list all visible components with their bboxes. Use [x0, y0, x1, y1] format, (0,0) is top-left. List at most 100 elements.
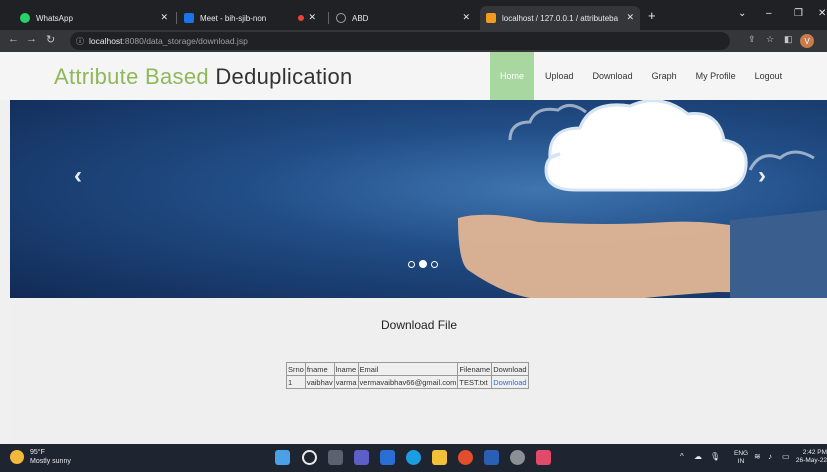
- cloud-hand-illustration: [458, 100, 827, 298]
- whatsapp-icon: [20, 13, 30, 23]
- recording-dot-icon: [298, 15, 304, 21]
- sleeve-shape: [730, 210, 827, 298]
- tab-localhost[interactable]: localhost / 127.0.0.1 / attributeba ✕: [480, 6, 640, 30]
- meet-icon: [184, 13, 194, 23]
- chrome-icon[interactable]: [458, 450, 473, 465]
- tab-divider: [176, 12, 177, 24]
- brand-colored-text: Attribute Based: [54, 64, 209, 89]
- region-code: IN: [737, 458, 745, 465]
- side-panel-icon[interactable]: ◧: [784, 34, 793, 45]
- browser-toolbar: ← → ↻ ⓘ localhost:8080/data_storage/down…: [0, 30, 827, 52]
- site-brand[interactable]: Attribute Based Deduplication: [54, 64, 353, 90]
- close-window-button[interactable]: ✕: [818, 8, 826, 19]
- col-lname: lname: [333, 362, 359, 376]
- show-hidden-icons[interactable]: ^: [680, 452, 684, 461]
- language-code: ENG: [734, 450, 749, 457]
- col-fname: fname: [304, 362, 335, 376]
- edge-browser-icon[interactable]: [406, 450, 421, 465]
- profile-avatar[interactable]: V: [800, 34, 814, 48]
- clock[interactable]: 2:42 PM 26-May-22: [791, 449, 827, 465]
- tab-search-icon[interactable]: ⌄: [738, 8, 746, 19]
- tab-title: ABD: [352, 13, 369, 23]
- cell-email: vermavaibhav66@gmail.com: [357, 375, 459, 389]
- carousel-dot[interactable]: [408, 260, 415, 268]
- close-tab-icon[interactable]: ✕: [626, 12, 634, 23]
- tab-title: WhatsApp: [36, 13, 73, 23]
- cell-lname: varma: [333, 375, 359, 389]
- battery-icon[interactable]: ▭: [782, 452, 790, 461]
- phpmyadmin-icon: [486, 13, 496, 23]
- word-icon[interactable]: [484, 450, 499, 465]
- clock-date: 26-May-22: [795, 457, 827, 464]
- table-header-row: Srno fname lname Email Filename Download: [286, 362, 529, 376]
- nav-download[interactable]: Download: [585, 52, 641, 100]
- nav-logout[interactable]: Logout: [747, 52, 791, 100]
- close-tab-icon[interactable]: ✕: [160, 12, 168, 23]
- tab-divider: [328, 12, 329, 24]
- nav-home[interactable]: Home: [490, 52, 535, 100]
- carousel-indicators: [406, 260, 440, 268]
- tab-abd[interactable]: ABD ✕: [330, 6, 476, 30]
- task-view-icon[interactable]: [328, 450, 343, 465]
- cell-download: Download: [491, 375, 529, 389]
- share-icon[interactable]: ⇪: [748, 34, 756, 45]
- tab-title: Meet - bih-sjib-non: [200, 13, 267, 23]
- teams-chat-icon[interactable]: [354, 450, 369, 465]
- hero-carousel: ‹ ›: [10, 100, 827, 298]
- brand-plain-text: Deduplication: [215, 64, 353, 89]
- close-tab-icon[interactable]: ✕: [462, 12, 470, 23]
- files-table: Srno fname lname Email Filename Download…: [286, 362, 529, 389]
- settings-gear-icon[interactable]: [510, 450, 525, 465]
- nav-graph[interactable]: Graph: [644, 52, 685, 100]
- forward-button[interactable]: →: [26, 33, 37, 45]
- tab-whatsapp[interactable]: WhatsApp ✕: [14, 6, 174, 30]
- download-link[interactable]: Download: [493, 378, 526, 387]
- mail-icon[interactable]: [380, 450, 395, 465]
- cloud-shape: [544, 100, 748, 192]
- close-tab-icon[interactable]: ✕: [308, 12, 316, 23]
- reload-button[interactable]: ↻: [46, 33, 55, 46]
- address-bar[interactable]: ⓘ localhost:8080/data_storage/download.j…: [70, 32, 730, 50]
- microphone-icon[interactable]: 🎙: [710, 452, 720, 461]
- windows-start-icon[interactable]: [275, 450, 290, 465]
- tab-meet[interactable]: Meet - bih-sjib-non ✕: [178, 6, 324, 30]
- col-srno: Srno: [286, 362, 306, 376]
- volume-icon[interactable]: ♪: [768, 452, 772, 461]
- onedrive-cloud-icon[interactable]: ☁: [694, 452, 702, 461]
- weather-temperature: 95°F: [30, 449, 45, 456]
- col-download: Download: [491, 362, 529, 376]
- back-button[interactable]: ←: [8, 33, 19, 45]
- restore-button[interactable]: ❐: [794, 8, 803, 19]
- weather-widget[interactable]: 95°F Mostly sunny: [10, 448, 71, 466]
- page-title: Download File: [381, 318, 458, 332]
- main-nav: Home Upload Download Graph My Profile Lo…: [490, 52, 793, 100]
- language-indicator[interactable]: ENG IN: [734, 450, 748, 466]
- wifi-icon[interactable]: ≋: [754, 452, 761, 461]
- carousel-prev-icon[interactable]: ‹: [74, 162, 82, 190]
- site-header: Attribute Based Deduplication Home Uploa…: [0, 52, 827, 100]
- tab-title: localhost / 127.0.0.1 / attributeba: [502, 13, 619, 23]
- carousel-dot[interactable]: [431, 260, 438, 268]
- cell-filename: TEST.txt: [457, 375, 493, 389]
- browser-tab-strip: WhatsApp ✕ Meet - bih-sjib-non ✕ ABD ✕ l…: [0, 0, 827, 30]
- col-filename: Filename: [457, 362, 493, 376]
- carousel-dot-active[interactable]: [419, 260, 427, 268]
- app-icon[interactable]: [536, 450, 551, 465]
- main-content: Download File Srno fname lname Email Fil…: [10, 298, 827, 444]
- carousel-next-icon[interactable]: ›: [758, 162, 766, 190]
- cell-fname: vaibhav: [304, 375, 335, 389]
- windows-taskbar: 95°F Mostly sunny ^ ☁ 🎙 ENG IN ≋ ♪ ▭ 2:4…: [0, 444, 827, 472]
- weather-condition: Mostly sunny: [30, 458, 71, 465]
- minimize-button[interactable]: –: [766, 8, 772, 19]
- clock-time: 2:42 PM: [802, 449, 827, 456]
- col-email: Email: [357, 362, 459, 376]
- site-info-icon[interactable]: ⓘ: [76, 36, 84, 47]
- bookmark-star-icon[interactable]: ☆: [766, 34, 774, 45]
- file-explorer-icon[interactable]: [432, 450, 447, 465]
- cell-srno: 1: [286, 375, 306, 389]
- url-host: localhost: [89, 36, 123, 46]
- nav-upload[interactable]: Upload: [537, 52, 582, 100]
- nav-my-profile[interactable]: My Profile: [688, 52, 744, 100]
- new-tab-button[interactable]: +: [648, 8, 656, 23]
- search-icon[interactable]: [302, 450, 317, 465]
